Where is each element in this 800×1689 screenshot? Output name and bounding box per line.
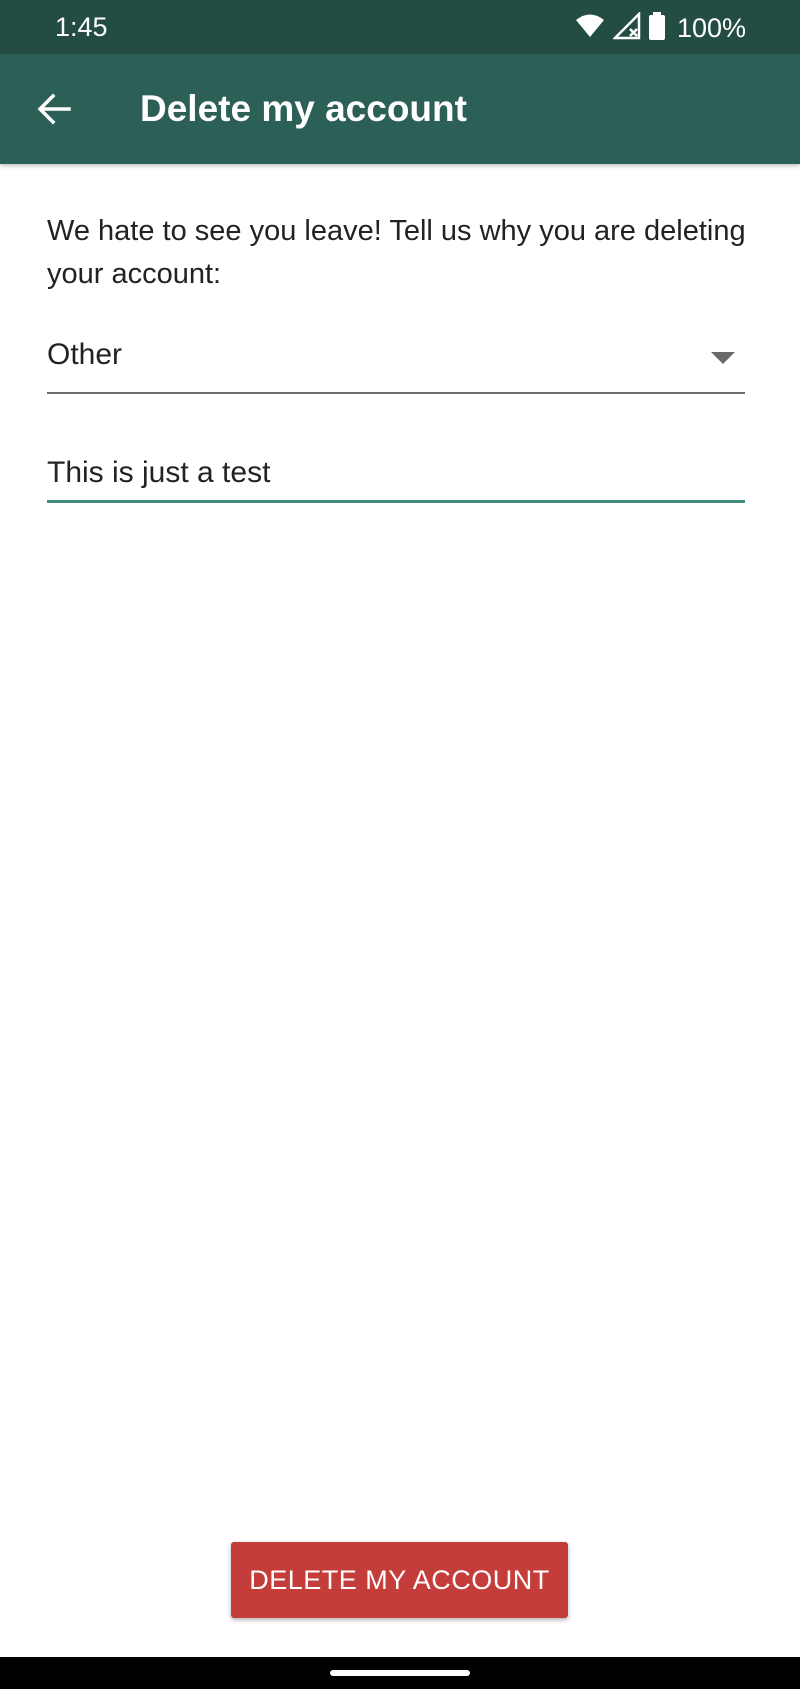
reason-selected-value: Other xyxy=(47,338,123,371)
battery-level: 100% xyxy=(676,12,746,43)
status-time: 1:45 xyxy=(55,12,108,42)
dropdown-arrow-icon xyxy=(711,352,735,364)
comment-input[interactable]: This is just a test xyxy=(47,450,745,503)
delete-reason-prompt: We hate to see you leave! Tell us why yo… xyxy=(47,215,746,290)
status-bar: 1:45 100% xyxy=(0,0,800,54)
arrow-left-icon xyxy=(37,93,71,125)
reason-dropdown[interactable]: Other xyxy=(47,330,745,394)
signal-icon xyxy=(611,10,641,45)
battery-icon xyxy=(648,11,665,45)
status-icons: 100% xyxy=(575,10,746,46)
page-title: Delete my account xyxy=(140,88,467,129)
comment-input-value: This is just a test xyxy=(47,456,271,489)
back-button[interactable] xyxy=(26,81,82,137)
screen: 1:45 100% Delete my account We hate to s… xyxy=(0,0,800,1689)
navigation-bar xyxy=(0,1657,800,1689)
home-handle[interactable] xyxy=(330,1670,470,1676)
wifi-icon xyxy=(575,13,605,44)
app-bar: Delete my account xyxy=(0,54,800,164)
delete-account-button[interactable]: DELETE MY ACCOUNT xyxy=(231,1542,568,1618)
